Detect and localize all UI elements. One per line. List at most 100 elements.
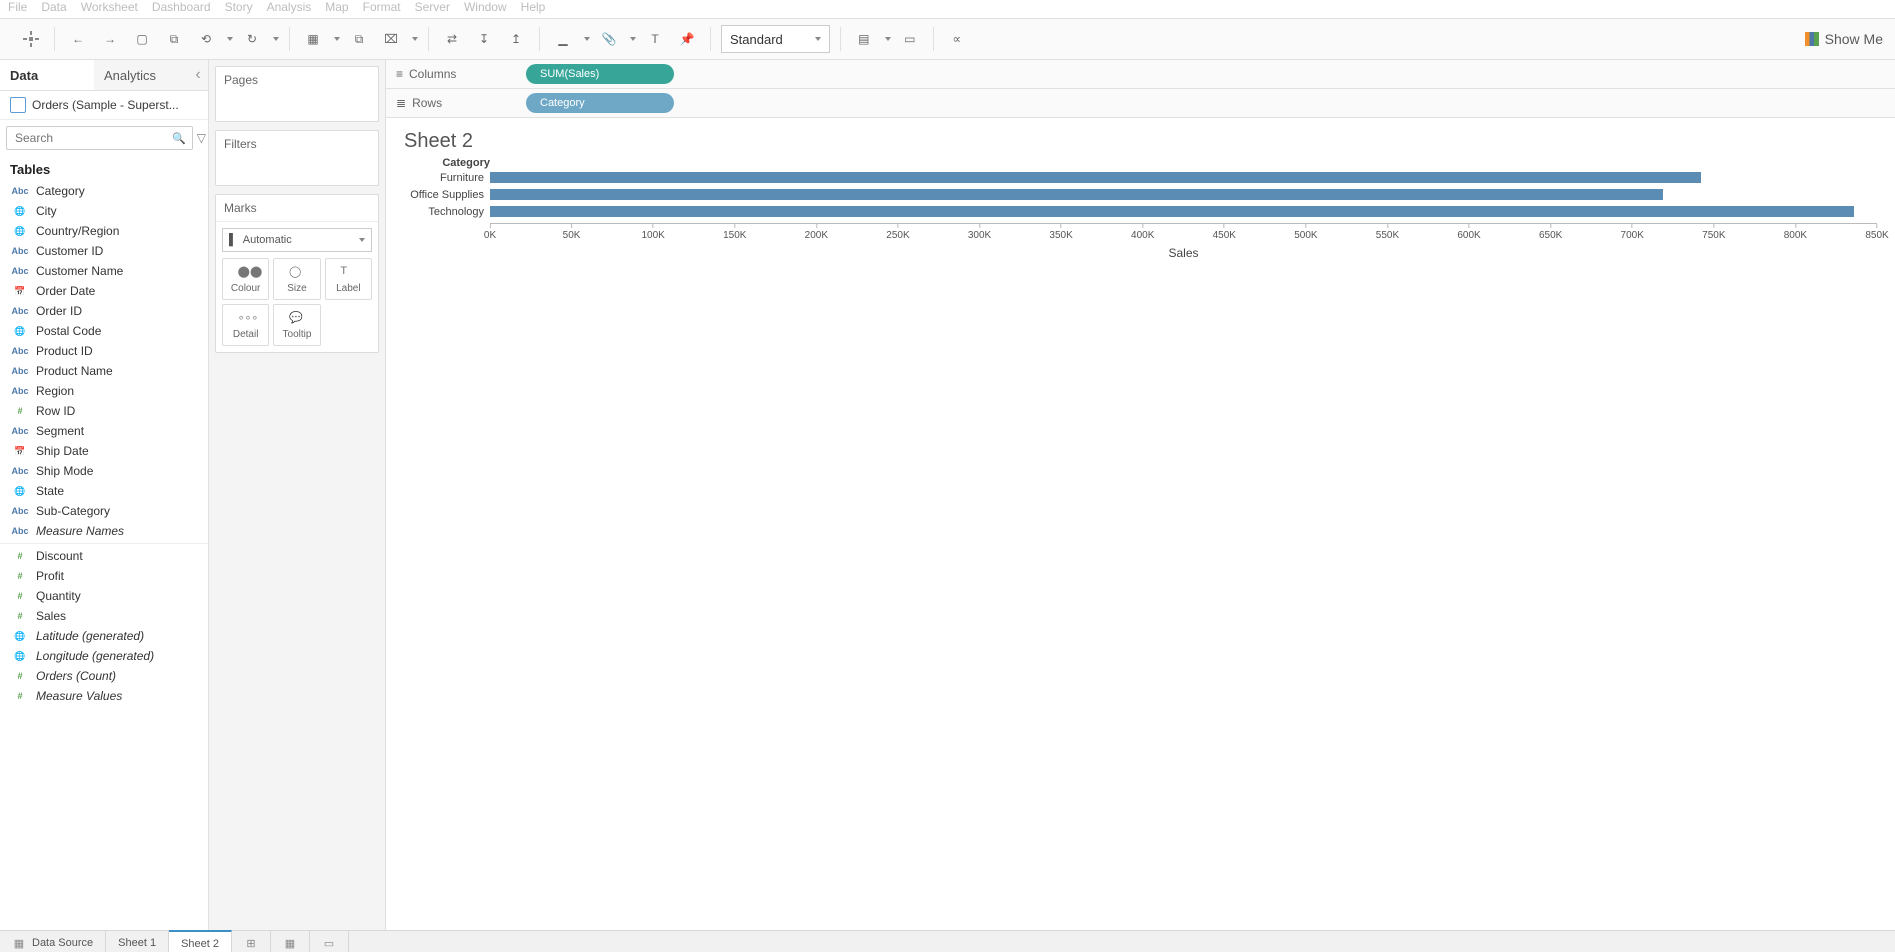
mark-type-value: Automatic: [243, 234, 292, 246]
caret-icon: [412, 37, 418, 41]
tick: 700K: [1621, 224, 1644, 241]
pin-button[interactable]: 📌: [674, 26, 700, 52]
search-input[interactable]: [13, 130, 172, 146]
field-state[interactable]: 🌐State: [0, 481, 208, 501]
new-worksheet-button[interactable]: ▦: [300, 26, 326, 52]
field-measure-values[interactable]: #Measure Values: [0, 686, 208, 706]
field-ship-date[interactable]: 📅Ship Date: [0, 441, 208, 461]
show-me-button[interactable]: Show Me: [1805, 31, 1883, 47]
rows-pill[interactable]: Category: [526, 93, 674, 113]
field-profit[interactable]: #Profit: [0, 566, 208, 586]
field-country-region[interactable]: 🌐Country/Region: [0, 221, 208, 241]
pause-auto-update-button[interactable]: ⟲: [193, 26, 219, 52]
tab-datasource[interactable]: ▦ Data Source: [0, 931, 106, 952]
undo-button[interactable]: ←: [65, 26, 91, 52]
mark-label-button[interactable]: TLabel: [325, 258, 372, 300]
menu-window[interactable]: Window: [464, 0, 507, 14]
tableau-logo-icon[interactable]: [18, 26, 44, 52]
sort-asc-button[interactable]: ↧: [471, 26, 497, 52]
highlight-button[interactable]: ▁: [550, 26, 576, 52]
presentation-mode-button[interactable]: ▭: [897, 26, 923, 52]
abc-icon: Abc: [10, 186, 30, 196]
refresh-button[interactable]: ↻: [239, 26, 265, 52]
clear-button[interactable]: ⌧: [378, 26, 404, 52]
swap-button[interactable]: ⇄: [439, 26, 465, 52]
abc-icon: Abc: [10, 426, 30, 436]
show-hide-cards-button[interactable]: ▤: [851, 26, 877, 52]
field-discount[interactable]: #Discount: [0, 543, 208, 566]
mark-size-button[interactable]: ◯Size: [273, 258, 320, 300]
menu-map[interactable]: Map: [325, 0, 348, 14]
new-dashboard-tab[interactable]: ▦: [271, 931, 310, 952]
field-list: AbcCategory🌐City🌐Country/RegionAbcCustom…: [0, 181, 208, 930]
row-label: Furniture: [404, 169, 490, 186]
tab-sheet-2[interactable]: Sheet 2: [169, 930, 232, 952]
menu-help[interactable]: Help: [521, 0, 546, 14]
bar-technology[interactable]: [490, 206, 1854, 217]
menu-server[interactable]: Server: [415, 0, 450, 14]
columns-shelf[interactable]: ≡Columns SUM(Sales): [386, 60, 1895, 89]
bar-office-supplies[interactable]: [490, 189, 1663, 200]
collapse-pane-button[interactable]: ‹: [188, 60, 208, 90]
field-measure-names[interactable]: AbcMeasure Names: [0, 521, 208, 541]
field-postal-code[interactable]: 🌐Postal Code: [0, 321, 208, 341]
new-datasource-button[interactable]: ⧉: [161, 26, 187, 52]
field-latitude-generated-[interactable]: 🌐Latitude (generated): [0, 626, 208, 646]
menu-analysis[interactable]: Analysis: [267, 0, 312, 14]
rows-shelf[interactable]: ≣Rows Category: [386, 89, 1895, 118]
tab-data[interactable]: Data: [0, 60, 94, 90]
sort-desc-button[interactable]: ↥: [503, 26, 529, 52]
field-orders-count-[interactable]: #Orders (Count): [0, 666, 208, 686]
tooltip-icon: 💬: [289, 311, 305, 327]
duplicate-button[interactable]: ⧉: [346, 26, 372, 52]
menu-story[interactable]: Story: [225, 0, 253, 14]
field-category[interactable]: AbcCategory: [0, 181, 208, 201]
menu-data[interactable]: Data: [41, 0, 66, 14]
field-row-id[interactable]: #Row ID: [0, 401, 208, 421]
x-axis: Sales 0K50K100K150K200K250K300K350K400K4…: [490, 223, 1877, 260]
globe-icon: 🌐: [10, 631, 30, 642]
save-button[interactable]: ▢: [129, 26, 155, 52]
field-sub-category[interactable]: AbcSub-Category: [0, 501, 208, 521]
field-order-id[interactable]: AbcOrder ID: [0, 301, 208, 321]
fit-select[interactable]: Standard: [721, 25, 830, 53]
field-city[interactable]: 🌐City: [0, 201, 208, 221]
menu-file[interactable]: File: [8, 0, 27, 14]
datasource-row[interactable]: Orders (Sample - Superst...: [0, 91, 208, 120]
share-button[interactable]: ∝: [944, 26, 970, 52]
field-sales[interactable]: #Sales: [0, 606, 208, 626]
tab-analytics[interactable]: Analytics: [94, 60, 188, 90]
field-product-name[interactable]: AbcProduct Name: [0, 361, 208, 381]
text-button[interactable]: T: [642, 26, 668, 52]
pages-card[interactable]: Pages: [215, 66, 379, 122]
bar-furniture[interactable]: [490, 172, 1701, 183]
field-ship-mode[interactable]: AbcShip Mode: [0, 461, 208, 481]
group-button[interactable]: 📎: [596, 26, 622, 52]
sheet-tabs-bar: ▦ Data Source Sheet 1Sheet 2 ⊞ ▦ ▭: [0, 930, 1895, 952]
rows-label: Rows: [412, 96, 442, 110]
field-longitude-generated-[interactable]: 🌐Longitude (generated): [0, 646, 208, 666]
menu-worksheet[interactable]: Worksheet: [81, 0, 138, 14]
menu-dashboard[interactable]: Dashboard: [152, 0, 211, 14]
field-customer-name[interactable]: AbcCustomer Name: [0, 261, 208, 281]
mark-detail-button[interactable]: ∘∘∘Detail: [222, 304, 269, 346]
new-worksheet-tab[interactable]: ⊞: [232, 931, 271, 952]
field-customer-id[interactable]: AbcCustomer ID: [0, 241, 208, 261]
field-order-date[interactable]: 📅Order Date: [0, 281, 208, 301]
mark-tooltip-button[interactable]: 💬Tooltip: [273, 304, 320, 346]
mark-colour-button[interactable]: ⬤⬤Colour: [222, 258, 269, 300]
filter-fields-button[interactable]: ▽: [197, 129, 206, 147]
menu-format[interactable]: Format: [363, 0, 401, 14]
new-story-tab[interactable]: ▭: [310, 931, 349, 952]
field-product-id[interactable]: AbcProduct ID: [0, 341, 208, 361]
search-input-wrap[interactable]: 🔍: [6, 126, 193, 150]
filters-card[interactable]: Filters: [215, 130, 379, 186]
columns-pill[interactable]: SUM(Sales): [526, 64, 674, 84]
field-region[interactable]: AbcRegion: [0, 381, 208, 401]
mark-type-select[interactable]: ▌Automatic: [222, 228, 372, 252]
redo-button[interactable]: →: [97, 26, 123, 52]
field-segment[interactable]: AbcSegment: [0, 421, 208, 441]
tab-sheet-1[interactable]: Sheet 1: [106, 931, 169, 952]
sheet-title[interactable]: Sheet 2: [386, 118, 1895, 157]
field-quantity[interactable]: #Quantity: [0, 586, 208, 606]
